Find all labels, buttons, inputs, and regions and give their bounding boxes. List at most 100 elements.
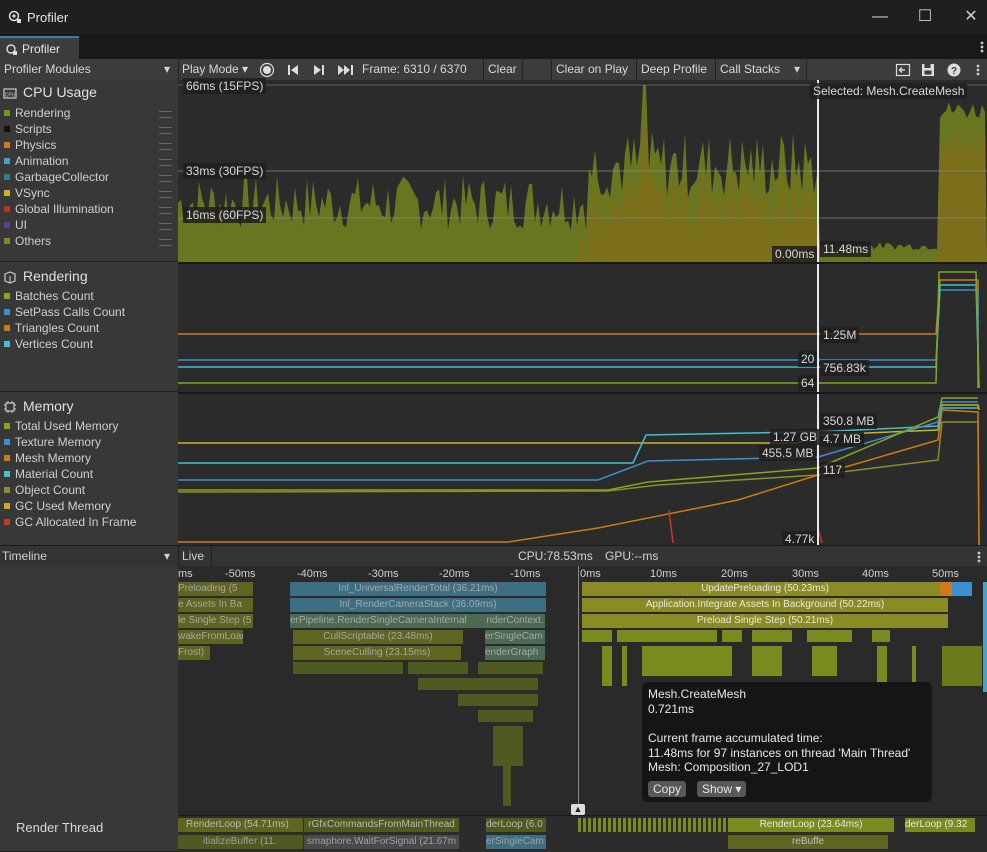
record-button[interactable] — [259, 62, 275, 78]
drag-handle-icon[interactable] — [159, 127, 172, 134]
deep-profile-toggle[interactable]: Deep Profile — [637, 59, 711, 80]
rendering-legend-item[interactable]: Vertices Count — [0, 336, 178, 352]
drag-handle-icon[interactable] — [159, 191, 172, 198]
expand-arrow-icon[interactable]: ▲ — [571, 804, 585, 815]
cpu-legend-item[interactable]: Others — [0, 233, 178, 249]
load-profile-button[interactable] — [895, 62, 911, 78]
render-sample[interactable]: erSingleCam — [486, 835, 546, 849]
legend-label: Triangles Count — [15, 321, 100, 335]
timeline-sample[interactable]: Application.Integrate Assets In Backgrou… — [582, 598, 948, 612]
render-sample[interactable]: RenderLoop (23.64ms) — [728, 818, 894, 832]
timeline-sample[interactable]: Preload Single Step (50.21ms) — [582, 614, 948, 628]
drag-handle-icon[interactable] — [159, 207, 172, 214]
timeline-sample[interactable]: Preloading (5 — [178, 582, 253, 596]
copy-button[interactable]: Copy — [648, 781, 687, 797]
timeline-sample[interactable]: UpdatePreloading (50.23ms) — [582, 582, 948, 596]
drag-handle-icon[interactable] — [159, 159, 172, 166]
legend-label: Others — [15, 234, 52, 248]
render-sample[interactable]: RenderLoop (54.71ms) — [178, 818, 303, 832]
drag-handle-icon[interactable] — [159, 239, 172, 246]
rendering-legend-item[interactable]: SetPass Calls Count — [0, 304, 178, 320]
memory-legend-item[interactable]: GC Used Memory — [0, 498, 178, 514]
call-stacks-toggle[interactable]: Call Stacks — [716, 59, 784, 80]
cpu-legend-item[interactable]: Rendering — [0, 105, 178, 121]
play-mode-dropdown[interactable]: Play Mode ▾ — [178, 59, 254, 80]
time-tick: 0ms — [580, 568, 601, 580]
live-toggle[interactable]: Live — [182, 549, 204, 563]
memory-legend-item[interactable]: Total Used Memory — [0, 418, 178, 434]
window-menu-icon[interactable] — [977, 38, 987, 56]
minimize-button[interactable]: — — [865, 6, 895, 28]
render-thread-track[interactable]: RenderLoop (54.71ms) rGfxCommandsFromMai… — [178, 815, 987, 852]
memory-legend-item[interactable]: Mesh Memory — [0, 450, 178, 466]
cpu-zero-label: 0.00ms — [772, 246, 818, 262]
clear-button[interactable]: Clear — [484, 59, 521, 80]
timeline-sample[interactable]: erSingleCam — [485, 630, 545, 644]
legend-label: Animation — [15, 154, 69, 168]
memory-legend-item[interactable]: Texture Memory — [0, 434, 178, 450]
last-frame-button[interactable] — [337, 63, 355, 77]
tab-profiler[interactable]: Profiler — [0, 36, 79, 59]
render-sample[interactable]: smaphore.WaitForSignal (21.67m — [304, 835, 459, 849]
profiler-modules-dropdown[interactable]: Profiler Modules ▾ — [0, 59, 178, 80]
series-color-swatch — [4, 222, 10, 228]
rendering-legend-item[interactable]: Triangles Count — [0, 320, 178, 336]
timeline-sample[interactable]: nderContext. — [485, 614, 545, 628]
memory-legend-item[interactable]: GC Allocated In Frame — [0, 514, 178, 530]
cpu-legend-item[interactable]: VSync — [0, 185, 178, 201]
help-button[interactable]: ? — [946, 62, 962, 78]
timeline-sample[interactable]: enderGraph — [485, 646, 545, 660]
timeline-sample[interactable]: Inl_UniversalRenderTotal (36.21ms) — [290, 582, 546, 596]
show-dropdown[interactable]: Show ▾ — [697, 781, 747, 797]
close-button[interactable]: ✕ — [956, 6, 986, 28]
timeline-sample[interactable]: erPipeline.RenderSingleCameraInternal — [290, 614, 485, 628]
toolbar-menu-icon[interactable] — [973, 61, 983, 79]
render-thread-label[interactable]: Render Thread — [16, 820, 103, 835]
cpu-legend-item[interactable]: GarbageCollector — [0, 169, 178, 185]
drag-handle-icon[interactable] — [159, 223, 172, 230]
time-tick: -10ms — [510, 568, 541, 580]
drag-handle-icon[interactable] — [159, 143, 172, 150]
cpu-legend-item[interactable]: Global Illumination — [0, 201, 178, 217]
clear-on-play-toggle[interactable]: Clear on Play — [552, 59, 632, 80]
timeline-menu-icon[interactable] — [974, 548, 984, 566]
cpu-legend-item[interactable]: Scripts — [0, 121, 178, 137]
cpu-usage-module-header[interactable]: CPU CPU Usage — [0, 82, 178, 102]
timeline-sample[interactable]: Inl_RenderCameraStack (36.09ms) — [290, 598, 546, 612]
series-color-swatch — [4, 519, 10, 525]
timeline-sample[interactable]: Frost) — [178, 646, 210, 660]
call-stacks-dropdown[interactable]: ▾ — [789, 59, 805, 80]
memory-legend-item[interactable]: Material Count — [0, 466, 178, 482]
series-color-swatch — [4, 423, 10, 429]
next-frame-button[interactable] — [312, 63, 326, 77]
tooltip-sample-name: Mesh.CreateMesh — [648, 687, 747, 701]
timeline-sample[interactable]: le Single Step (5 — [178, 614, 253, 628]
time-tick: -30ms — [368, 568, 399, 580]
rendering-module-header[interactable]: Rendering — [0, 266, 178, 286]
module-graphs[interactable]: 66ms (15FPS) 33ms (30FPS) 16ms (60FPS) S… — [178, 78, 987, 547]
memory-legend-item[interactable]: Object Count — [0, 482, 178, 498]
memory-module-header[interactable]: Memory — [0, 396, 178, 416]
cpu-legend-item[interactable]: UI — [0, 217, 178, 233]
save-profile-button[interactable] — [920, 62, 936, 78]
previous-frame-button[interactable] — [286, 63, 300, 77]
render-sample[interactable]: reBuffe — [728, 835, 888, 849]
drag-handle-icon[interactable] — [159, 175, 172, 182]
graphs-svg — [178, 80, 987, 545]
series-color-swatch — [4, 293, 10, 299]
render-sample[interactable]: rGfxCommandsFromMainThread — [304, 818, 459, 832]
timeline-sample[interactable]: wakeFromLoad — [178, 630, 243, 644]
drag-handle-icon[interactable] — [159, 111, 172, 118]
render-sample[interactable]: itializeBuffer (11. — [178, 835, 303, 849]
series-color-swatch — [4, 126, 10, 132]
render-sample[interactable]: derLoop (9.32 — [905, 818, 975, 832]
timeline-sample[interactable]: CullScriptable (23.48ms) — [293, 630, 463, 644]
timeline-view-dropdown[interactable]: Timeline ▾ — [2, 549, 176, 563]
maximize-button[interactable]: ☐ — [910, 6, 940, 28]
render-sample[interactable]: derLoop (6.0 — [486, 818, 546, 832]
timeline-sample[interactable]: e Assets In Ba — [178, 598, 253, 612]
cpu-legend-item[interactable]: Animation — [0, 153, 178, 169]
rendering-legend-item[interactable]: Batches Count — [0, 288, 178, 304]
cpu-legend-item[interactable]: Physics — [0, 137, 178, 153]
timeline-sample[interactable]: SceneCulling (23.15ms) — [293, 646, 461, 660]
